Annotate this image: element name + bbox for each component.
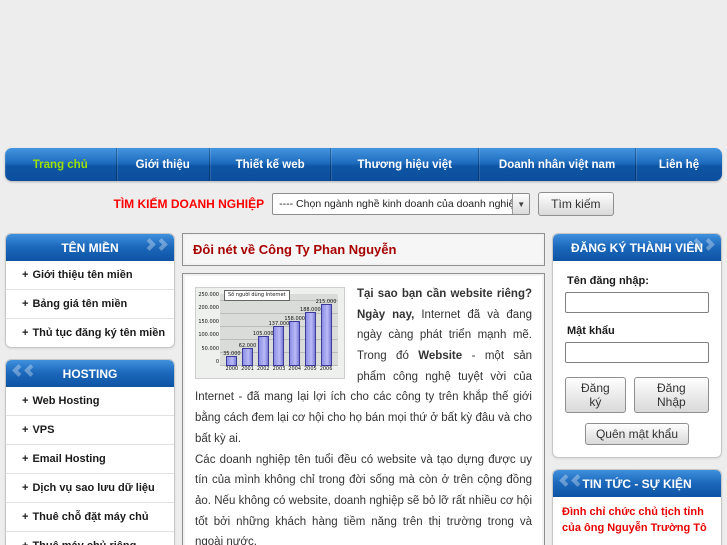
nav-item-webdesign[interactable]: Thiết kế web (210, 148, 332, 181)
forgot-row: Quên mật khẩu (565, 423, 709, 445)
sidebar-item-backup-service[interactable]: + Dịch vụ sao lưu dữ liệu (6, 474, 174, 503)
domain-box: TÊN MIỀN + Giới thiệu tên miền + Bảng giá … (5, 233, 175, 348)
main-navigation: Trang chủ Giới thiệu Thiết kế web Thương… (5, 148, 722, 181)
plus-icon: + (22, 424, 29, 436)
chart-legend: Số người dùng Internet (224, 290, 290, 301)
sidebar-item-label: Email Hosting (32, 453, 106, 465)
news-box: TIN TỨC - SỰ KIỆN Đình chỉ chức chủ tịch… (552, 469, 722, 545)
article-title: Đôi nét về Công Ty Phan Nguyễn (193, 242, 397, 257)
article-chart-yaxis: 250.000 200.000 150.000 100.000 50.000 0 (198, 292, 219, 365)
domain-box-title: TÊN MIỀN (61, 240, 119, 255)
sidebar-item-domain-intro[interactable]: + Giới thiệu tên miền (6, 261, 174, 290)
chart-bar: 137.000 (269, 321, 289, 366)
growth-chart-image: Số người dùng Internet 250.000 200.000 150… (195, 287, 345, 379)
hosting-box-title: HOSTING (62, 366, 118, 381)
username-label: Tên đăng nhập: (567, 275, 649, 287)
forgot-password-button[interactable]: Quên mật khẩu (584, 423, 690, 445)
chart-bar: 62.000 (239, 343, 256, 366)
plus-icon: + (22, 298, 29, 310)
nav-item-viet-businessman[interactable]: Doanh nhân việt nam (479, 148, 636, 181)
content-columns: TÊN MIỀN + Giới thiệu tên miền + Bảng giá … (0, 227, 727, 545)
plus-icon: + (22, 269, 29, 281)
login-form: Tên đăng nhập: Mật khẩu Đăng ký Đăng Nhậ… (553, 261, 721, 457)
double-chevron-right-icon (143, 238, 168, 251)
nav-item-contact[interactable]: Liên hệ (636, 148, 722, 181)
chart-plot-area: 35.000 2000 62.000 2001 105.000 2002 137.000 20… (220, 294, 338, 372)
password-input[interactable] (565, 342, 709, 363)
article-body: Số người dùng Internet 250.000 200.000 150… (183, 274, 544, 545)
right-sidebar: ĐĂNG KÝ THÀNH VIÊN Tên đăng nhập: Mật kh… (552, 233, 722, 545)
register-box-title: ĐĂNG KÝ THÀNH VIÊN (570, 240, 703, 255)
sidebar-item-server-colocation[interactable]: + Thuê chỗ đặt máy chủ (6, 503, 174, 532)
top-banner-area (0, 0, 727, 148)
password-label: Mật khẩu (567, 325, 615, 337)
plus-icon: + (22, 511, 29, 523)
chart-bar: 188.000 (300, 307, 321, 366)
article-bold-word: Website (418, 350, 463, 363)
search-label: TÌM KIẾM DOANH NGHIỆP (113, 197, 265, 211)
double-chevron-left-icon (559, 474, 584, 487)
plus-icon: + (22, 395, 29, 407)
username-input[interactable] (565, 292, 709, 313)
news-box-title: TIN TỨC - SỰ KIỆN (582, 476, 692, 491)
plus-icon: + (22, 482, 29, 494)
sidebar-item-web-hosting[interactable]: + Web Hosting (6, 387, 174, 416)
news-box-header: TIN TỨC - SỰ KIỆN (553, 470, 721, 497)
article-title-box: Đôi nét về Công Ty Phan Nguyễn (182, 233, 545, 266)
article-chart-plot: 35.000 2000 62.000 2001 105.000 2002 137.000 20… (223, 299, 337, 372)
chart-bar: 158.000 (284, 316, 305, 366)
sidebar-item-label: Web Hosting (32, 395, 100, 407)
plus-icon: + (22, 540, 28, 545)
chevron-down-icon[interactable]: ▼ (512, 194, 530, 214)
news-headline[interactable]: Đình chỉ chức chủ tịch tỉnh của ông Nguy… (562, 505, 712, 537)
domain-box-header: TÊN MIỀN (6, 234, 174, 261)
sidebar-item-domain-pricing[interactable]: + Bảng giá tên miền (6, 290, 174, 319)
sidebar-item-label: Bảng giá tên miền (32, 298, 128, 310)
sidebar-item-domain-procedure[interactable]: + Thủ tục đăng ký tên miền (6, 319, 174, 347)
register-button[interactable]: Đăng ký (565, 377, 626, 413)
left-sidebar: TÊN MIỀN + Giới thiệu tên miền + Bảng giá … (5, 233, 175, 545)
login-button[interactable]: Đăng Nhập (633, 377, 709, 413)
sidebar-item-vps[interactable]: + VPS (6, 416, 174, 445)
industry-select-value: ---- Chọn ngành nghề kinh doanh của doan… (279, 198, 513, 210)
article-paragraph-2: Các doanh nghiệp tên tuổi đều có website… (195, 453, 532, 545)
login-buttons-row: Đăng ký Đăng Nhập (565, 377, 709, 413)
sidebar-item-label: Thuê chỗ đặt máy chủ (32, 511, 149, 523)
nav-item-home[interactable]: Trang chủ (5, 148, 117, 181)
search-button[interactable]: Tìm kiếm (538, 192, 614, 216)
double-chevron-left-icon (12, 364, 37, 377)
nav-item-viet-brand[interactable]: Thương hiệu việt (331, 148, 480, 181)
sidebar-item-label: Thuê máy chủ riêng (32, 540, 136, 545)
business-search-bar: TÌM KIẾM DOANH NGHIỆP ---- Chọn ngành ng… (0, 181, 727, 227)
hosting-box-header: HOSTING (6, 360, 174, 387)
double-chevron-right-icon (690, 238, 715, 251)
nav-item-about[interactable]: Giới thiệu (117, 148, 210, 181)
main-content: Đôi nét về Công Ty Phan Nguyễn Số người … (182, 233, 545, 545)
hosting-box: HOSTING + Web Hosting + VPS + Email Hosting… (5, 359, 175, 545)
sidebar-item-email-hosting[interactable]: + Email Hosting (6, 445, 174, 474)
sidebar-item-label: Dịch vụ sao lưu dữ liệu (32, 482, 155, 494)
chart-bar: 215.000 (316, 299, 336, 366)
news-item: Đình chỉ chức chủ tịch tỉnh của ông Nguy… (553, 497, 721, 545)
industry-select[interactable]: ---- Chọn ngành nghề kinh doanh của doan… (272, 193, 531, 215)
sidebar-item-label: VPS (32, 424, 55, 436)
article-box: Số người dùng Internet 250.000 200.000 150… (182, 273, 545, 545)
sidebar-item-dedicated-server[interactable]: + Thuê máy chủ riêng (6, 532, 174, 545)
plus-icon: + (22, 327, 29, 339)
chart-bar: 105.000 (253, 331, 274, 366)
plus-icon: + (22, 453, 29, 465)
sidebar-item-label: Thủ tục đăng ký tên miền (32, 327, 166, 339)
register-box-header: ĐĂNG KÝ THÀNH VIÊN (553, 234, 721, 261)
register-box: ĐĂNG KÝ THÀNH VIÊN Tên đăng nhập: Mật kh… (552, 233, 722, 458)
sidebar-item-label: Giới thiệu tên miền (32, 269, 133, 281)
